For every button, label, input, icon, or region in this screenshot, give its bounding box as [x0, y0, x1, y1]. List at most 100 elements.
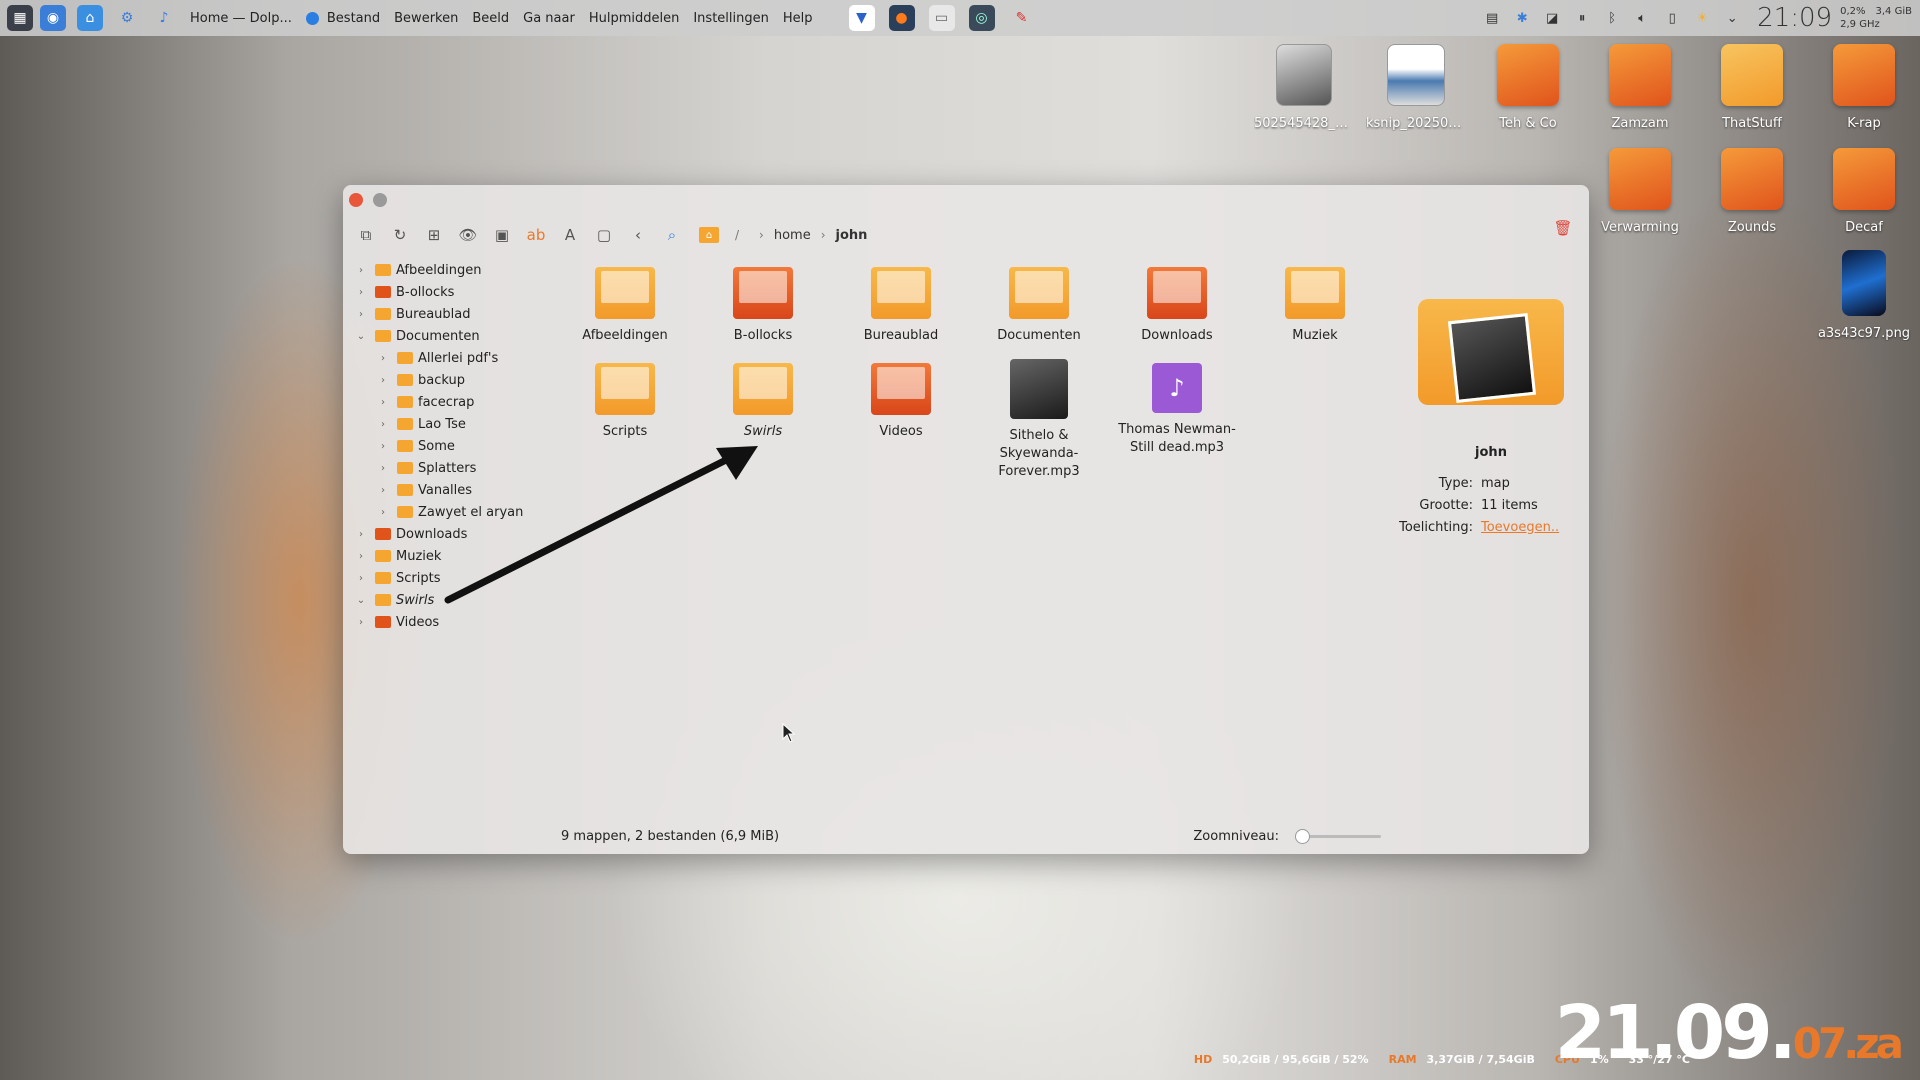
font-icon[interactable]: A — [559, 224, 581, 246]
minimize-button[interactable] — [373, 193, 387, 207]
add-comment-link[interactable]: Toevoegen.. — [1481, 520, 1559, 535]
file-item-muziek[interactable]: Muziek — [1251, 267, 1379, 345]
file-item-bureaublad[interactable]: Bureaublad — [837, 267, 965, 345]
chevron-right-icon[interactable]: › — [375, 419, 391, 430]
desktop-icon-k-rap[interactable]: K-rap — [1814, 44, 1914, 131]
clock[interactable]: 21:09 — [1757, 3, 1832, 33]
file-item-scripts[interactable]: Scripts — [561, 363, 689, 441]
chevron-right-icon[interactable]: › — [353, 265, 369, 276]
chevron-right-icon[interactable]: › — [375, 397, 391, 408]
desktop-icon-teh-co[interactable]: Teh & Co — [1478, 44, 1578, 131]
cpu-frequency: 2,9 GHz — [1840, 19, 1880, 30]
tree-item-allerlei-pdfs[interactable]: › Allerlei pdf's — [353, 347, 553, 369]
chevron-right-icon[interactable]: › — [353, 287, 369, 298]
brave-browser-icon[interactable]: ▼ — [848, 5, 875, 31]
menu-ga-naar[interactable]: Ga naar — [523, 11, 575, 26]
file-item-downloads[interactable]: Downloads — [1113, 267, 1241, 345]
battery-icon[interactable]: ▯ — [1663, 9, 1681, 27]
bluetooth-icon[interactable]: ᛒ — [1603, 9, 1621, 27]
volume-icon[interactable]: 🔈︎ — [1633, 9, 1651, 27]
window-titlebar[interactable] — [343, 185, 1589, 215]
brightness-icon[interactable]: ☀ — [1693, 9, 1711, 27]
task-browser-icon[interactable]: ◉ — [40, 5, 66, 31]
chevron-right-icon[interactable]: › — [353, 617, 369, 628]
reload-icon[interactable]: ↻ — [389, 224, 411, 246]
chevron-right-icon[interactable]: › — [353, 551, 369, 562]
window-title[interactable]: Home — Dolp... — [190, 11, 292, 26]
file-item-thomas-newman-mp3[interactable]: ♪ Thomas Newman-Still dead.mp3 — [1113, 363, 1241, 457]
preview-eye-icon[interactable]: 👁︎ — [457, 224, 479, 246]
view-mode-icon[interactable]: ▣ — [491, 224, 513, 246]
menu-help[interactable]: Help — [783, 11, 813, 26]
chevron-down-icon[interactable]: ⌄ — [353, 595, 369, 606]
desktop-icon-decaf[interactable]: Decaf — [1814, 148, 1914, 235]
task-music-icon[interactable]: ♪ — [151, 5, 177, 31]
file-item-sithelo-mp3[interactable]: Sithelo & Skyewanda-Forever.mp3 — [975, 359, 1103, 481]
zoom-slider-handle[interactable] — [1295, 828, 1310, 844]
folder-icon — [397, 374, 413, 386]
chevron-right-icon[interactable]: › — [375, 353, 391, 364]
tree-item-facecrap[interactable]: › facecrap — [353, 391, 553, 413]
menu-bestand[interactable]: Bestand — [327, 11, 380, 26]
chevron-right-icon[interactable]: › — [375, 485, 391, 496]
information-panel: john Type: map Grootte: 11 items Toelichti… — [1399, 299, 1571, 538]
chevron-right-icon[interactable]: › — [375, 375, 391, 386]
chevron-down-icon[interactable]: ⌄ — [1723, 9, 1741, 27]
split-view-icon[interactable]: ⧉ — [355, 224, 377, 246]
menu-instellingen[interactable]: Instellingen — [693, 11, 769, 26]
file-item-documenten[interactable]: Documenten — [975, 267, 1103, 345]
camera-app-icon[interactable]: ● — [888, 5, 915, 31]
file-item-videos[interactable]: Videos — [837, 363, 965, 441]
tree-item-documenten[interactable]: ⌄ Documenten — [353, 325, 553, 347]
eye-app-icon[interactable]: ◎ — [968, 5, 995, 31]
chevron-down-icon[interactable]: ⌄ — [353, 331, 369, 342]
file-item-swirls[interactable]: Swirls — [699, 363, 827, 441]
search-icon[interactable]: ⌕ — [661, 224, 683, 246]
chevron-right-icon[interactable]: › — [375, 463, 391, 474]
chevron-right-icon[interactable]: › — [375, 441, 391, 452]
chevron-right-icon[interactable]: › — [353, 529, 369, 540]
tree-item-afbeeldingen[interactable]: › Afbeeldingen — [353, 259, 553, 281]
desktop-icon-zounds[interactable]: Zounds — [1702, 148, 1802, 235]
home-folder-icon[interactable]: ⌂ — [699, 227, 719, 243]
task-settings-icon[interactable]: ⚙ — [114, 5, 140, 31]
notes-icon[interactable]: ▤ — [1483, 9, 1501, 27]
graphics-app-icon[interactable]: ✎ — [1009, 5, 1035, 31]
breadcrumb-home[interactable]: home — [774, 228, 811, 243]
menu-beeld[interactable]: Beeld — [472, 11, 509, 26]
network-icon[interactable]: ✱ — [1513, 9, 1531, 27]
app-launcher-icon[interactable]: ▦ — [7, 5, 33, 31]
desktop-icon-ksnip[interactable]: ksnip_202506... — [1366, 44, 1466, 131]
desktop-icon-png[interactable]: a3s43c97.png — [1814, 250, 1914, 341]
chevron-right-icon[interactable]: › — [375, 507, 391, 518]
tree-item-bureaublad[interactable]: › Bureaublad — [353, 303, 553, 325]
tree-item-b-ollocks[interactable]: › B-ollocks — [353, 281, 553, 303]
clipboard-icon[interactable]: ◪ — [1543, 9, 1561, 27]
menu-bewerken[interactable]: Bewerken — [394, 11, 458, 26]
tree-item-lao-tse[interactable]: › Lao Tse — [353, 413, 553, 435]
desktop-icon-verwarming[interactable]: Verwarming — [1590, 148, 1690, 235]
chevron-right-icon[interactable]: › — [353, 309, 369, 320]
desktop-icon-thatstuff[interactable]: ThatStuff — [1702, 44, 1802, 131]
system-tray: ▤ ✱ ◪ ⏸ ᛒ 🔈︎ ▯ ☀ ⌄ 21:09 0,2% 3,4 GiB 2,9… — [1477, 0, 1920, 36]
breadcrumb-current[interactable]: john — [836, 228, 868, 243]
breadcrumb-root[interactable]: / — [735, 228, 739, 242]
close-button[interactable] — [349, 193, 363, 207]
new-file-icon[interactable]: ▢ — [593, 224, 615, 246]
tree-item-backup[interactable]: › backup — [353, 369, 553, 391]
trash-icon[interactable]: 🗑︎ — [1553, 218, 1573, 238]
media-pause-icon[interactable]: ⏸ — [1573, 9, 1591, 27]
rename-icon[interactable]: ab — [525, 224, 547, 246]
file-item-afbeeldingen[interactable]: Afbeeldingen — [561, 267, 689, 345]
zoom-slider[interactable] — [1295, 828, 1381, 844]
desktop-icon-zamzam[interactable]: Zamzam — [1590, 44, 1690, 131]
chevron-right-icon[interactable]: › — [353, 573, 369, 584]
file-item-b-ollocks[interactable]: B-ollocks — [699, 267, 827, 345]
desktop-icon-photo[interactable]: 502545428_72... — [1254, 44, 1354, 131]
panel-layout-icon[interactable]: ⊞ — [423, 224, 445, 246]
task-dolphin-icon[interactable]: ⌂ — [77, 5, 103, 31]
folder-icon — [375, 594, 391, 606]
back-icon[interactable]: ‹ — [627, 224, 649, 246]
files-app-icon[interactable]: ▭ — [928, 5, 955, 31]
menu-hulpmiddelen[interactable]: Hulpmiddelen — [589, 11, 680, 26]
